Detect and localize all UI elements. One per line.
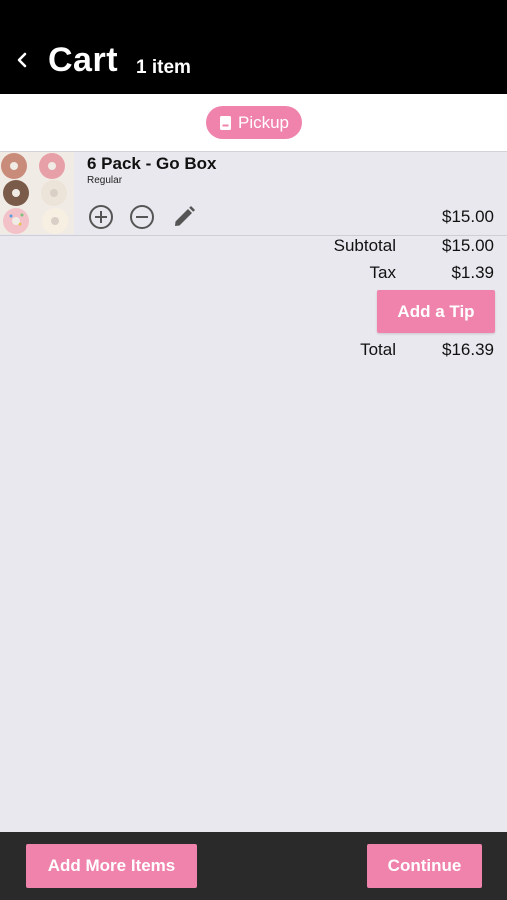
total-value: $16.39 [442, 340, 494, 359]
subtotal-value: $15.00 [442, 236, 494, 255]
item-count: 1 item [136, 57, 191, 78]
tax-label: Tax [369, 263, 396, 282]
minus-circle-icon [130, 205, 154, 229]
increase-quantity-button[interactable] [88, 204, 114, 230]
order-mode-bar: Pickup [0, 94, 507, 152]
chevron-left-icon [17, 52, 27, 68]
edit-item-button[interactable] [171, 204, 197, 230]
add-tip-button[interactable]: Add a Tip [377, 290, 495, 333]
pickup-mode-label: Pickup [237, 112, 290, 132]
plus-circle-icon [89, 205, 113, 229]
receipt-icon [219, 115, 232, 131]
item-name: 6 Pack - Go Box [87, 154, 217, 173]
donut-box-photo [0, 152, 74, 234]
add-more-items-button[interactable]: Add More Items [26, 844, 197, 888]
subtotal-label: Subtotal [333, 236, 396, 255]
pencil-icon [175, 206, 195, 226]
app-header: Cart 1 item [0, 0, 507, 94]
page-title: Cart [48, 41, 119, 79]
continue-button[interactable]: Continue [367, 844, 482, 888]
item-price: $15.00 [442, 207, 494, 226]
pickup-mode-button[interactable]: Pickup [206, 106, 302, 139]
item-variant: Regular [87, 175, 123, 186]
decrease-quantity-button[interactable] [129, 204, 155, 230]
bottom-action-bar: Add More Items Continue [0, 832, 507, 900]
cart-item-row: 6 Pack - Go Box Regular $15.00 [0, 152, 507, 236]
total-label: Total [360, 340, 396, 359]
tax-value: $1.39 [451, 263, 494, 282]
back-button[interactable] [10, 46, 34, 74]
